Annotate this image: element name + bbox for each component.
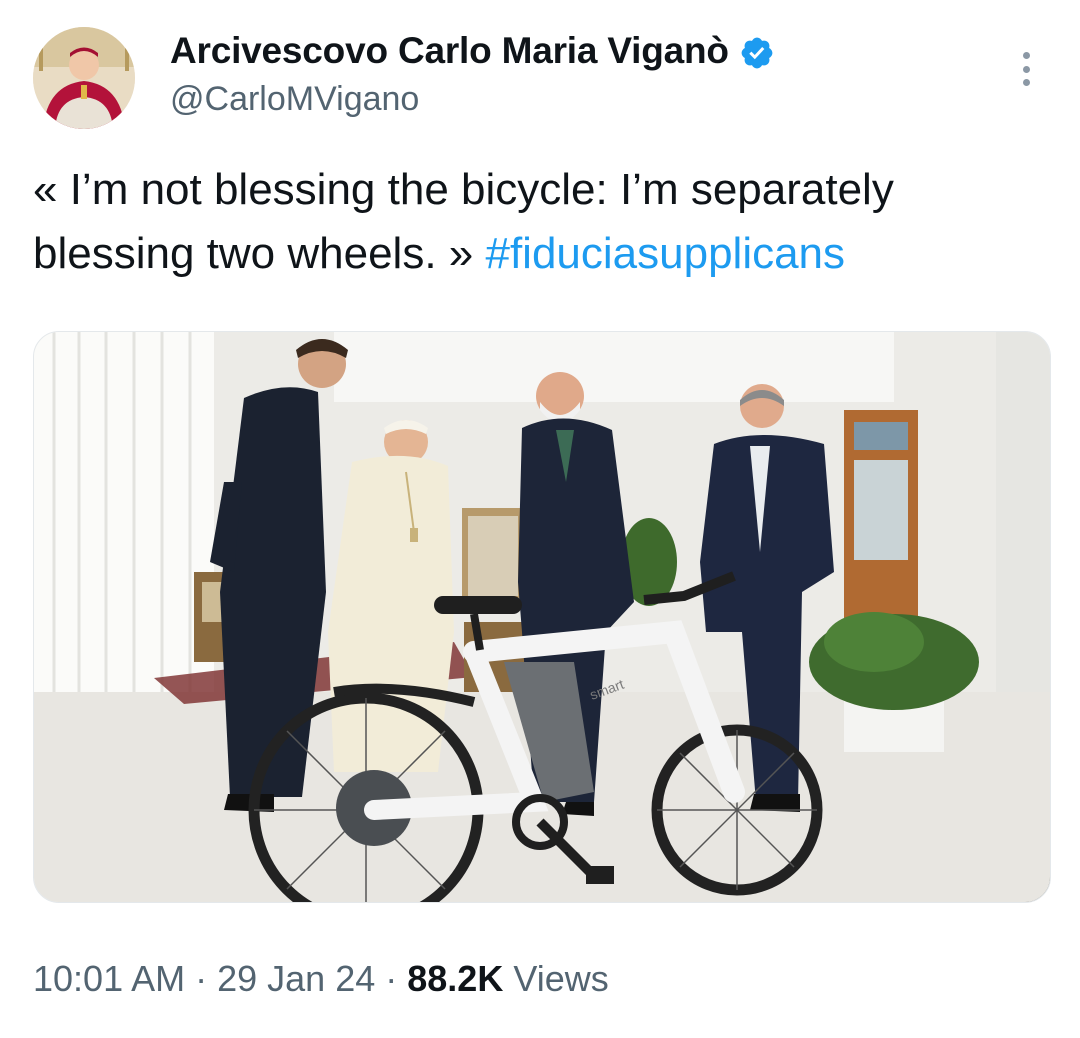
tweet-time[interactable]: 10:01 AM (33, 958, 185, 999)
author-handle[interactable]: @CarloMVigano (170, 80, 419, 119)
tweet-date[interactable]: 29 Jan 24 (217, 958, 375, 999)
verified-badge-icon[interactable] (739, 35, 775, 71)
more-options-icon[interactable] (1012, 52, 1040, 86)
tweet-metadata: 10:01 AM · 29 Jan 24 · 88.2K Views (33, 958, 609, 1000)
tweet-text: « I’m not blessing the bicycle: I’m sepa… (33, 158, 1053, 286)
views-count: 88.2K (407, 958, 504, 999)
more-dot (1022, 79, 1030, 86)
meta-separator: · (185, 958, 218, 999)
hashtag-link[interactable]: #fiduciasupplicans (485, 229, 845, 278)
photo-scene: smart (34, 332, 1050, 902)
meta-separator: · (375, 958, 408, 999)
tweet-media-photo[interactable]: smart (33, 331, 1051, 903)
avatar[interactable] (33, 27, 135, 129)
avatar-photo (33, 27, 135, 129)
author-display-name[interactable]: Arcivescovo Carlo Maria Viganò (170, 30, 729, 72)
more-dot (1022, 52, 1030, 59)
more-dot (1022, 65, 1030, 73)
views-label: Views (503, 958, 609, 999)
